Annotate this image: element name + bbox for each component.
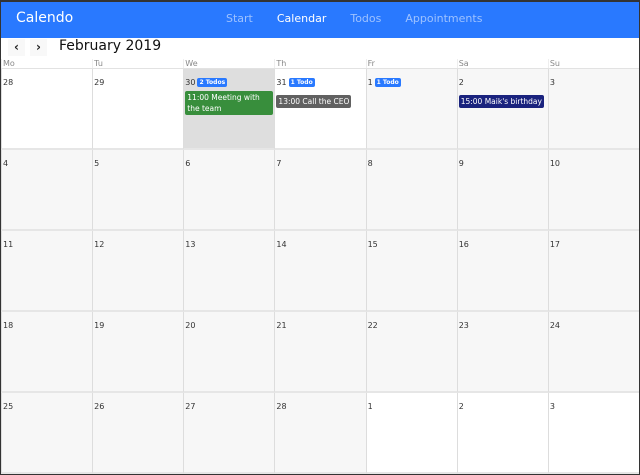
todo-badge[interactable]: 1 Todo (374, 78, 401, 87)
day-cell[interactable]: 24 (547, 312, 639, 393)
day-number: 11 (3, 240, 14, 249)
day-cell[interactable]: 31 1 Todo 13:00 Call the CEO (274, 69, 366, 150)
nav-links: Start Calendar Todos Appointments (226, 12, 506, 25)
day-cell[interactable]: 7 (274, 150, 366, 231)
month-grid: 28 29 30 2 Todos11:00 Meeting with the team… (1, 69, 639, 474)
day-cell[interactable]: 20 (183, 312, 275, 393)
day-number: 30 (185, 78, 196, 87)
calendar-event[interactable]: 13:00 Call the CEO (276, 95, 352, 108)
day-cell[interactable]: 26 (92, 393, 184, 474)
calendar-event[interactable]: 11:00 Meeting with the team (185, 91, 274, 115)
next-month-button[interactable]: › (30, 39, 47, 56)
day-cell[interactable]: 16 (456, 231, 548, 312)
day-cell[interactable]: 27 (183, 393, 275, 474)
todo-badge[interactable]: 1 Todo (288, 78, 315, 87)
nav-todos[interactable]: Todos (350, 12, 381, 25)
nav-calendar[interactable]: Calendar (277, 12, 326, 25)
month-title: February 2019 (59, 38, 162, 54)
weekday-label: Tu (92, 59, 183, 68)
day-number: 29 (94, 78, 105, 87)
day-number: 13 (185, 240, 196, 249)
day-cell[interactable]: 13 (183, 231, 275, 312)
day-cell[interactable]: 5 (92, 150, 184, 231)
day-number: 3 (549, 78, 555, 87)
day-cell[interactable]: 19 (92, 312, 184, 393)
day-number: 28 (3, 78, 14, 87)
day-number: 31 (276, 78, 287, 87)
day-number: 20 (185, 321, 196, 330)
day-cell[interactable]: 2 (456, 393, 548, 474)
day-cell[interactable]: 11 (1, 231, 93, 312)
day-cell[interactable]: 28 (1, 69, 93, 150)
day-number: 1 (367, 402, 373, 411)
day-number: 19 (94, 321, 105, 330)
day-number: 16 (458, 240, 469, 249)
day-number: 6 (185, 159, 191, 168)
day-number: 15 (367, 240, 378, 249)
weekday-label: Mo (1, 59, 92, 68)
weekday-label: Th (274, 59, 365, 68)
nav-start[interactable]: Start (226, 12, 253, 25)
weekday-label: Su (547, 59, 639, 68)
day-cell[interactable]: 2 15:00 Maik's birthday (456, 69, 548, 150)
day-cell[interactable]: 23 (456, 312, 548, 393)
day-number: 25 (3, 402, 14, 411)
day-cell[interactable]: 21 (274, 312, 366, 393)
day-number: 10 (549, 159, 561, 168)
day-cell[interactable]: 28 (274, 393, 366, 474)
day-number: 2 (458, 402, 464, 411)
calendar-event[interactable]: 15:00 Maik's birthday (458, 95, 544, 108)
day-cell[interactable]: 8 (365, 150, 457, 231)
day-cell[interactable]: 3 (547, 393, 639, 474)
day-number: 26 (94, 402, 105, 411)
brand-logo[interactable]: Calendo (16, 10, 73, 26)
calendar-toolbar: ‹ › February 2019 (1, 38, 639, 59)
weekday-label: Fr (365, 59, 457, 68)
day-cell[interactable]: 29 (92, 69, 184, 150)
prev-month-button[interactable]: ‹ (8, 39, 25, 56)
day-cell[interactable]: 6 (183, 150, 275, 231)
day-number: 17 (549, 240, 561, 249)
day-number: 2 (458, 78, 464, 87)
day-cell[interactable]: 17 (547, 231, 639, 312)
day-number: 5 (94, 159, 100, 168)
day-cell[interactable]: 25 (1, 393, 93, 474)
day-cell[interactable]: 12 (92, 231, 184, 312)
weekday-header: Mo Tu We Th Fr Sa Su (1, 59, 639, 69)
day-cell[interactable]: 22 (365, 312, 457, 393)
day-cell[interactable]: 15 (365, 231, 457, 312)
day-number: 18 (3, 321, 14, 330)
day-number: 14 (276, 240, 287, 249)
navbar: Calendo Start Calendar Todos Appointments (1, 2, 639, 38)
day-cell[interactable]: 10 (547, 150, 639, 231)
day-cell[interactable]: 11 Todo (365, 69, 457, 150)
day-number: 3 (549, 402, 555, 411)
todo-badge[interactable]: 2 Todos (197, 78, 228, 87)
day-number: 27 (185, 402, 196, 411)
day-cell[interactable]: 1 (365, 393, 457, 474)
day-number: 1 (367, 78, 373, 87)
day-number: 21 (276, 321, 287, 330)
day-cell[interactable]: 18 (1, 312, 93, 393)
day-number: 8 (367, 159, 373, 168)
day-number: 9 (458, 159, 464, 168)
day-number: 28 (276, 402, 287, 411)
day-number: 24 (549, 321, 561, 330)
weekday-label: We (183, 59, 274, 68)
day-cell[interactable]: 3 (547, 69, 639, 150)
day-number: 7 (276, 159, 282, 168)
day-cell[interactable]: 4 (1, 150, 93, 231)
day-cell[interactable]: 30 2 Todos 11:00 Meeting with the team (183, 69, 275, 150)
day-number: 23 (458, 321, 469, 330)
weekday-label: Sa (456, 59, 548, 68)
day-number: 4 (3, 159, 9, 168)
day-number: 12 (94, 240, 105, 249)
nav-appointments[interactable]: Appointments (405, 12, 482, 25)
day-number: 22 (367, 321, 378, 330)
day-cell[interactable]: 9 (456, 150, 548, 231)
day-cell[interactable]: 14 (274, 231, 366, 312)
